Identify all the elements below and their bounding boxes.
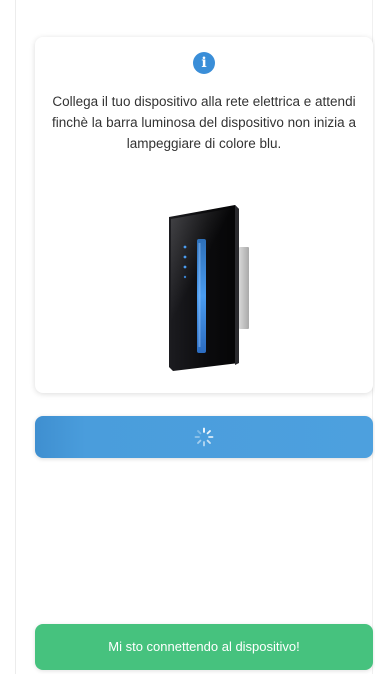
connecting-status-button[interactable]: Mi sto connettendo al dispositivo! xyxy=(35,624,373,670)
spinner-icon xyxy=(194,427,214,447)
device-image xyxy=(169,205,249,371)
connection-screen: i Collega il tuo dispositivo alla rete e… xyxy=(0,0,375,674)
instruction-card: i Collega il tuo dispositivo alla rete e… xyxy=(35,37,373,393)
instructions-text: Collega il tuo dispositivo alla rete ele… xyxy=(52,94,356,151)
loading-bar xyxy=(35,416,373,458)
frame-divider-left xyxy=(15,0,16,674)
info-icon: i xyxy=(193,52,215,74)
